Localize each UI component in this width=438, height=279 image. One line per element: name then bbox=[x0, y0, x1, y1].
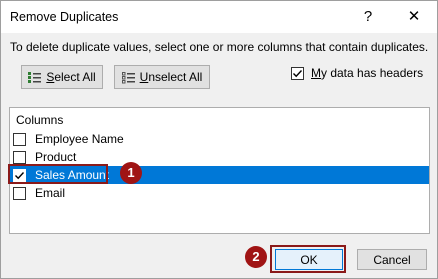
column-item-label: Product bbox=[35, 150, 77, 164]
product-checkbox[interactable] bbox=[13, 150, 26, 164]
column-item-employee-name[interactable]: Employee Name bbox=[10, 130, 429, 148]
step-2-badge: 2 bbox=[245, 246, 267, 268]
column-item-email[interactable]: Email bbox=[10, 184, 429, 202]
headers-label: My data has headers bbox=[311, 66, 424, 80]
my-data-has-headers-option[interactable]: My data has headers bbox=[291, 66, 423, 80]
help-button[interactable]: ? bbox=[353, 4, 383, 30]
unselect-all-button[interactable]: Unselect All bbox=[114, 65, 210, 89]
headers-checkbox[interactable] bbox=[291, 66, 304, 80]
instructions-text: To delete duplicate values, select one o… bbox=[10, 40, 429, 54]
cancel-button[interactable]: Cancel bbox=[357, 249, 427, 270]
email-checkbox[interactable] bbox=[13, 186, 26, 200]
column-item-label: Email bbox=[35, 186, 66, 200]
close-button[interactable]: ✕ bbox=[399, 4, 429, 30]
unselect-all-icon bbox=[121, 71, 135, 83]
checkmark-icon bbox=[293, 69, 303, 77]
unselect-all-label: Unselect All bbox=[139, 70, 203, 84]
ok-highlight-box bbox=[270, 245, 346, 273]
sales-amount-highlight-box bbox=[8, 164, 108, 184]
dialog-title: Remove Duplicates bbox=[10, 10, 119, 24]
column-item-label: Employee Name bbox=[35, 132, 124, 146]
step-1-badge: 1 bbox=[120, 162, 142, 184]
remove-duplicates-dialog: Remove Duplicates ? ✕ To delete duplicat… bbox=[0, 0, 438, 279]
employee-name-checkbox[interactable] bbox=[13, 132, 26, 146]
title-bar: Remove Duplicates ? ✕ bbox=[1, 1, 437, 33]
columns-header: Columns bbox=[16, 113, 64, 127]
select-all-button[interactable]: Select All bbox=[21, 65, 103, 89]
select-all-icon bbox=[28, 71, 42, 83]
select-all-label: Select All bbox=[46, 70, 96, 84]
